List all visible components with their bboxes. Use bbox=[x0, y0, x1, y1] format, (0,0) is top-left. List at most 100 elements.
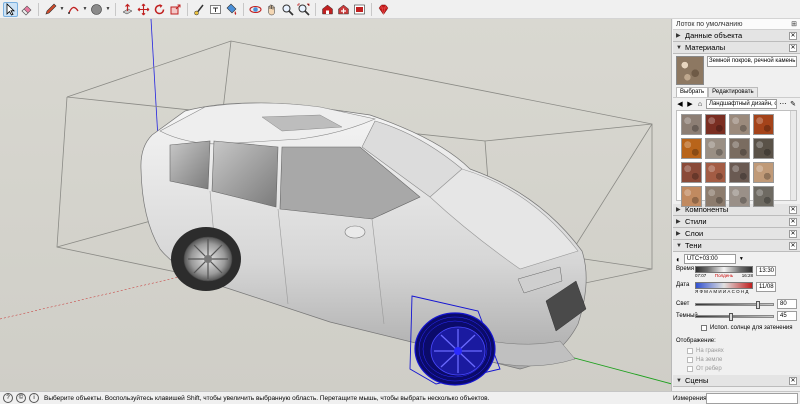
on-ground-checkbox[interactable] bbox=[687, 356, 693, 363]
pan-tool-button[interactable] bbox=[264, 2, 279, 17]
entity-info-header[interactable]: ▶ Данные объекта ✕ bbox=[673, 30, 800, 42]
tray-pin-icon[interactable]: ⊞ bbox=[791, 20, 797, 28]
dark-label: Темный bbox=[676, 313, 698, 319]
shadows-label: Тени bbox=[685, 241, 702, 250]
pencil-dropdown-arrow[interactable]: ▼ bbox=[59, 2, 65, 17]
rotate-tool-button[interactable] bbox=[152, 2, 167, 17]
close-panel-icon[interactable]: ✕ bbox=[789, 205, 797, 214]
eyedropper-icon[interactable]: ✎ bbox=[789, 100, 797, 108]
layers-header[interactable]: ▶ Слои ✕ bbox=[673, 228, 800, 240]
text-tool-button[interactable] bbox=[208, 2, 223, 17]
tape-measure-tool-button[interactable] bbox=[192, 2, 207, 17]
material-swatch[interactable] bbox=[753, 162, 774, 183]
close-panel-icon[interactable]: ✕ bbox=[789, 229, 797, 238]
collapsed-triangle-icon: ▶ bbox=[676, 231, 681, 237]
pencil-tool-button[interactable] bbox=[43, 2, 58, 17]
home-icon[interactable]: ⌂ bbox=[696, 101, 704, 108]
tab-edit[interactable]: Редактировать bbox=[708, 87, 758, 97]
model-viewport[interactable] bbox=[0, 19, 672, 391]
from-edges-label: От ребер bbox=[696, 365, 722, 372]
car-model[interactable] bbox=[140, 102, 587, 370]
dark-slider[interactable] bbox=[695, 312, 774, 321]
close-panel-icon[interactable]: ✕ bbox=[789, 31, 797, 40]
shadow-time-row: Время 07:07 Полдень 16:28 13:30 bbox=[673, 266, 800, 282]
material-swatch[interactable] bbox=[681, 114, 702, 135]
back-icon[interactable]: ◀ bbox=[676, 100, 684, 108]
utc-select[interactable]: UTC+03:00 bbox=[683, 254, 736, 264]
material-swatch[interactable] bbox=[705, 114, 726, 135]
paint-bucket-tool-button[interactable] bbox=[224, 2, 239, 17]
material-name-field[interactable]: Земной покров, речной камень bbox=[707, 56, 797, 67]
date-field[interactable]: 11/08 bbox=[756, 282, 776, 292]
tab-select[interactable]: Выбрать bbox=[676, 87, 709, 97]
zoom-tool-button[interactable] bbox=[280, 2, 295, 17]
material-swatch[interactable] bbox=[681, 162, 702, 183]
scale-tool-button[interactable] bbox=[168, 2, 183, 17]
material-swatch[interactable] bbox=[705, 138, 726, 159]
styles-header[interactable]: ▶ Стили ✕ bbox=[673, 216, 800, 228]
use-sun-checkbox[interactable] bbox=[701, 325, 707, 331]
current-material-swatch[interactable] bbox=[676, 56, 704, 85]
material-swatch[interactable] bbox=[681, 186, 702, 207]
material-swatch[interactable] bbox=[753, 138, 774, 159]
ruby-console-tool-button[interactable] bbox=[376, 2, 391, 17]
close-panel-icon[interactable]: ✕ bbox=[789, 241, 797, 250]
shadows-header[interactable]: ▼ Тени ✕ bbox=[673, 240, 800, 252]
push-pull-tool-button[interactable] bbox=[120, 2, 135, 17]
material-swatch[interactable] bbox=[705, 186, 726, 207]
send-to-layout-tool-button[interactable] bbox=[352, 2, 367, 17]
materials-header[interactable]: ▼ Материалы ✕ bbox=[673, 42, 800, 54]
close-panel-icon[interactable]: ✕ bbox=[789, 376, 797, 385]
from-edges-checkbox[interactable] bbox=[687, 365, 693, 372]
on-faces-checkbox[interactable] bbox=[687, 347, 693, 354]
forward-icon[interactable]: ▶ bbox=[686, 100, 694, 108]
material-swatch[interactable] bbox=[681, 138, 702, 159]
materials-nav: ◀ ▶ ⌂ Ландшафтный дизайн, огр ⋯ ✎ bbox=[673, 97, 800, 110]
instructor-icon[interactable]: i bbox=[29, 393, 39, 403]
light-field[interactable]: 80 bbox=[777, 299, 797, 309]
material-swatch[interactable] bbox=[705, 162, 726, 183]
utc-dropdown-arrow[interactable]: ▼ bbox=[739, 256, 744, 262]
collapsed-triangle-icon: ▶ bbox=[676, 207, 681, 213]
light-slider-knob[interactable] bbox=[756, 300, 761, 309]
material-swatch[interactable] bbox=[729, 114, 750, 135]
measurements-input[interactable] bbox=[706, 392, 798, 404]
move-icon bbox=[137, 3, 150, 15]
orbit-tool-button[interactable] bbox=[248, 2, 263, 17]
details-icon[interactable]: ⋯ bbox=[779, 100, 787, 108]
material-swatch[interactable] bbox=[753, 186, 774, 207]
orbit-icon bbox=[249, 5, 262, 13]
dark-field[interactable]: 45 bbox=[777, 311, 797, 321]
date-slider[interactable] bbox=[695, 282, 753, 289]
use-sun-row: Испол. солнце для затенения bbox=[673, 322, 800, 334]
materials-scrollbar[interactable] bbox=[790, 111, 796, 200]
time-field[interactable]: 13:30 bbox=[756, 266, 776, 276]
material-swatch[interactable] bbox=[729, 162, 750, 183]
select-tool-button[interactable] bbox=[3, 1, 18, 17]
geolocation-icon[interactable]: ? bbox=[3, 393, 13, 403]
time-slider[interactable] bbox=[695, 266, 753, 273]
on-faces-row: На гранях bbox=[673, 346, 800, 355]
shape-tool-button[interactable] bbox=[89, 2, 104, 17]
dark-slider-knob[interactable] bbox=[729, 312, 734, 321]
toolbar-separator bbox=[243, 2, 244, 16]
arc-tool-button[interactable] bbox=[66, 2, 81, 17]
eraser-tool-button[interactable] bbox=[19, 2, 34, 17]
extension-warehouse-tool-button[interactable] bbox=[336, 2, 351, 17]
library-select[interactable]: Ландшафтный дизайн, огр bbox=[706, 99, 777, 109]
close-panel-icon[interactable]: ✕ bbox=[789, 217, 797, 226]
move-tool-button[interactable] bbox=[136, 2, 151, 17]
shadow-toggle-icon[interactable]: ◐ bbox=[676, 255, 681, 264]
credits-icon[interactable]: © bbox=[16, 393, 26, 403]
arc-dropdown-arrow[interactable]: ▼ bbox=[82, 2, 88, 17]
light-slider[interactable] bbox=[695, 300, 774, 309]
scenes-header[interactable]: ▼ Сцены ✕ bbox=[673, 375, 800, 387]
shape-dropdown-arrow[interactable]: ▼ bbox=[105, 2, 111, 17]
material-swatch[interactable] bbox=[753, 114, 774, 135]
measurements-label: Измерения bbox=[673, 394, 707, 402]
material-swatch[interactable] bbox=[729, 138, 750, 159]
zoom-extents-tool-button[interactable] bbox=[296, 2, 311, 17]
warehouse-tool-button[interactable] bbox=[320, 2, 335, 17]
close-panel-icon[interactable]: ✕ bbox=[789, 43, 797, 52]
material-swatch[interactable] bbox=[729, 186, 750, 207]
